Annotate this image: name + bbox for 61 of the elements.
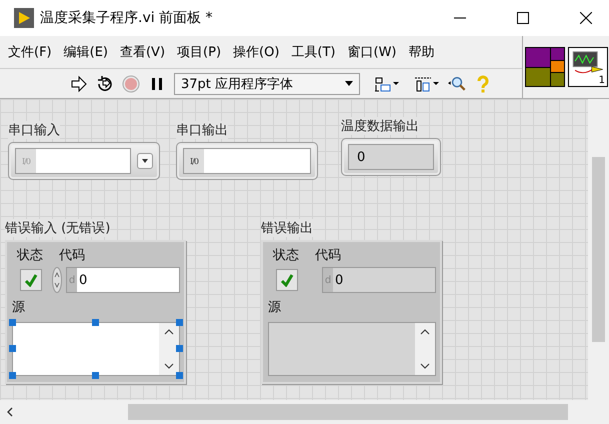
status-checkbox[interactable] (20, 269, 42, 291)
resize-handle[interactable] (9, 372, 16, 379)
menu-item[interactable]: 操作(O) (229, 43, 286, 61)
close-icon[interactable] (580, 12, 592, 24)
code-value: 0 (335, 272, 344, 288)
source-label: 源 (268, 299, 282, 316)
control-label: 温度数据输出 (341, 117, 419, 135)
cluster-label: 错误输入 (无错误) (5, 219, 110, 237)
code-value: 0 (79, 272, 88, 288)
maximize-icon[interactable] (517, 12, 529, 24)
menu-item[interactable]: 编辑(E) (60, 43, 114, 61)
increment-decrement-icon[interactable] (52, 267, 62, 293)
io-prefix: I/0 (184, 149, 204, 173)
terminal-number: 1 (598, 75, 605, 86)
menu-item[interactable]: 工具(T) (287, 43, 342, 61)
status-label: 状态 (273, 247, 299, 264)
resize-handle[interactable] (9, 319, 16, 326)
resize-handle[interactable] (92, 372, 99, 379)
run-continuously-icon[interactable] (96, 74, 114, 92)
font-dropdown[interactable]: 37pt 应用程序字体 (174, 72, 360, 94)
source-label: 源 (12, 299, 26, 316)
menu-item[interactable]: 文件(F) (4, 43, 58, 61)
control-label: 串口输出 (176, 121, 228, 139)
menu-item[interactable]: 窗口(W) (344, 43, 402, 61)
scroll-down-icon[interactable] (164, 363, 174, 369)
numeric-indicator: 0 (348, 144, 434, 170)
caret-icon (142, 159, 148, 163)
distribute-objects-icon[interactable] (414, 74, 440, 92)
search-icon[interactable] (448, 74, 466, 92)
run-arrow-icon[interactable] (70, 74, 88, 92)
menu-item[interactable]: 帮助 (404, 43, 440, 61)
scroll-up-icon[interactable] (164, 329, 174, 335)
resize-handle[interactable] (176, 319, 183, 326)
connector-pane-icon (525, 47, 565, 87)
status-checkbox[interactable] (276, 269, 298, 291)
code-label: 代码 (315, 247, 341, 264)
resize-handle[interactable] (9, 345, 16, 352)
waveform-monitor-icon (571, 50, 605, 74)
align-objects-icon[interactable] (374, 74, 400, 92)
resize-handle[interactable] (176, 345, 183, 352)
status-label: 状态 (17, 247, 43, 264)
app-logo-icon (14, 8, 34, 28)
visa-resource-field[interactable]: I/0 (183, 148, 311, 174)
menu-item[interactable]: 项目(P) (173, 43, 228, 61)
scroll-thumb[interactable] (128, 404, 568, 420)
resize-handle[interactable] (92, 319, 99, 326)
checkmark-icon (24, 273, 38, 287)
caret-icon (345, 81, 353, 86)
menu-item[interactable]: 查看(V) (116, 43, 172, 61)
code-label: 代码 (59, 247, 85, 264)
cluster-label: 错误输出 (261, 219, 313, 237)
window-title: 温度采集子程序.vi 前面板 * (40, 9, 213, 27)
source-text-field[interactable] (12, 322, 180, 376)
io-prefix: I/0 (16, 149, 36, 173)
control-label: 串口输入 (8, 121, 60, 139)
checkmark-icon (280, 273, 294, 287)
scroll-up-icon[interactable] (420, 329, 430, 335)
scroll-down-icon[interactable] (420, 363, 430, 369)
scroll-left-icon[interactable] (7, 407, 13, 417)
resize-handle[interactable] (176, 372, 183, 379)
scroll-thumb[interactable] (592, 157, 605, 342)
